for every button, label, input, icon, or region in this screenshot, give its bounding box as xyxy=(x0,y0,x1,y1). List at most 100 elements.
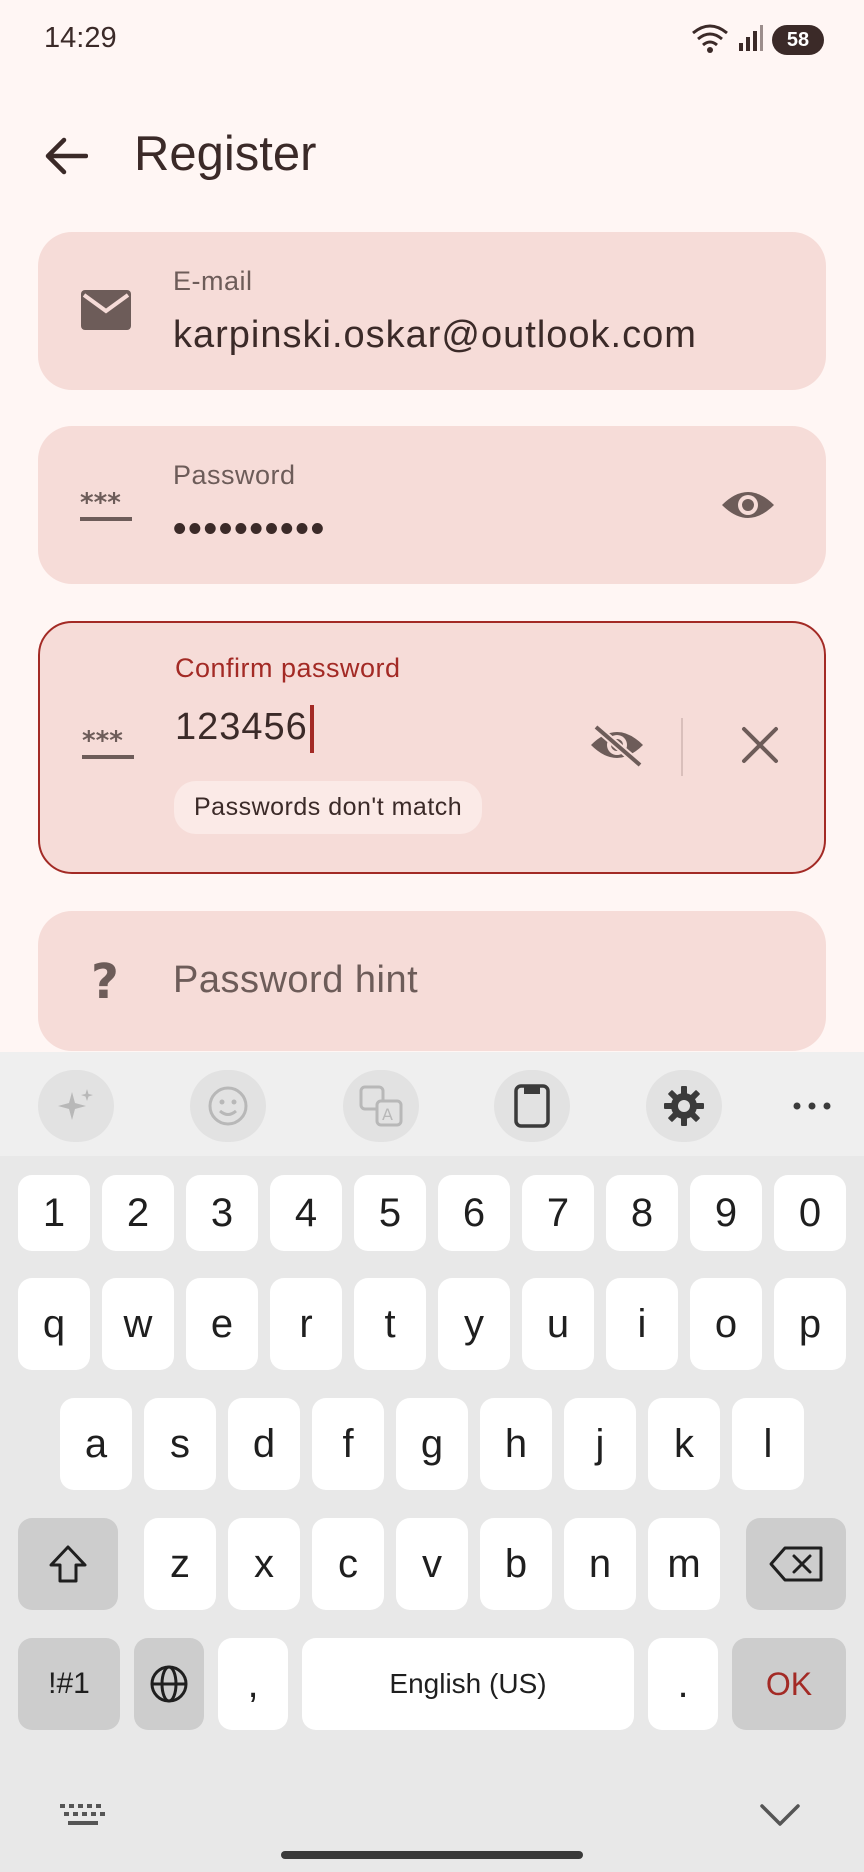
battery-icon: 58 xyxy=(772,25,824,55)
key-l[interactable]: l xyxy=(732,1398,804,1490)
clipboard-button[interactable] xyxy=(494,1070,570,1142)
svg-text:?: ? xyxy=(91,954,119,1008)
key-x[interactable]: x xyxy=(228,1518,300,1610)
email-field[interactable]: E-mail karpinski.oskar@outlook.com xyxy=(38,232,826,390)
key-y[interactable]: y xyxy=(438,1278,510,1370)
confirm-password-value: 123456 xyxy=(175,705,314,753)
key-e[interactable]: e xyxy=(186,1278,258,1370)
translate-icon: A xyxy=(359,1085,403,1127)
language-key[interactable] xyxy=(134,1638,204,1730)
keyboard-toolbar: A xyxy=(0,1052,864,1156)
key-w[interactable]: w xyxy=(102,1278,174,1370)
svg-text:***: *** xyxy=(82,727,123,756)
key-j[interactable]: j xyxy=(564,1398,636,1490)
shift-icon xyxy=(49,1545,87,1583)
key-k[interactable]: k xyxy=(648,1398,720,1490)
key-z[interactable]: z xyxy=(144,1518,216,1610)
key-8[interactable]: 8 xyxy=(606,1175,678,1251)
emoji-button[interactable] xyxy=(190,1070,266,1142)
settings-icon xyxy=(664,1086,704,1126)
visibility-icon[interactable] xyxy=(716,473,780,537)
home-indicator[interactable] xyxy=(281,1851,583,1859)
password-label: Password xyxy=(173,460,296,490)
wifi-icon xyxy=(690,22,730,59)
password-icon: *** xyxy=(76,476,136,536)
status-icons: 58 xyxy=(690,22,824,58)
key-5[interactable]: 5 xyxy=(354,1175,426,1251)
globe-icon xyxy=(150,1665,188,1703)
mail-icon xyxy=(76,280,136,340)
key-4[interactable]: 4 xyxy=(270,1175,342,1251)
key-m[interactable]: m xyxy=(648,1518,720,1610)
key-o[interactable]: o xyxy=(690,1278,762,1370)
password-field[interactable]: *** Password •••••••••• xyxy=(38,426,826,584)
key-t[interactable]: t xyxy=(354,1278,426,1370)
backspace-icon xyxy=(769,1546,823,1582)
symbols-key[interactable]: !#1 xyxy=(18,1638,120,1730)
clipboard-icon xyxy=(514,1084,550,1128)
key-h[interactable]: h xyxy=(480,1398,552,1490)
visibility-off-icon[interactable] xyxy=(585,713,649,777)
key-q[interactable]: q xyxy=(18,1278,90,1370)
key-s[interactable]: s xyxy=(144,1398,216,1490)
help-icon: ? xyxy=(76,951,136,1011)
signal-icon xyxy=(738,24,764,57)
keyboard: A 1 2 3 4 5 6 7 8 9 0 q w e r t y u i o … xyxy=(0,1052,864,1872)
confirm-password-field[interactable]: *** Confirm password 123456 Passwords do… xyxy=(38,621,826,874)
key-v[interactable]: v xyxy=(396,1518,468,1610)
comma-key[interactable]: , xyxy=(218,1638,288,1730)
ai-tools-button[interactable] xyxy=(38,1070,114,1142)
key-b[interactable]: b xyxy=(480,1518,552,1610)
more-button[interactable] xyxy=(782,1070,842,1142)
confirm-password-text: 123456 xyxy=(175,706,308,749)
error-message: Passwords don't match xyxy=(174,781,483,834)
key-1[interactable]: 1 xyxy=(18,1175,90,1251)
key-i[interactable]: i xyxy=(606,1278,678,1370)
keyboard-settings-button[interactable] xyxy=(646,1070,722,1142)
key-a[interactable]: a xyxy=(60,1398,132,1490)
hide-keyboard-icon[interactable] xyxy=(758,1800,802,1833)
back-button[interactable] xyxy=(32,122,100,190)
password-hint-placeholder: Password hint xyxy=(173,959,419,1001)
key-d[interactable]: d xyxy=(228,1398,300,1490)
key-n[interactable]: n xyxy=(564,1518,636,1610)
svg-text:***: *** xyxy=(80,489,121,518)
page-title: Register xyxy=(134,127,317,181)
key-9[interactable]: 9 xyxy=(690,1175,762,1251)
divider xyxy=(681,718,683,776)
password-value: •••••••••• xyxy=(173,508,327,550)
email-label: E-mail xyxy=(173,266,253,296)
status-bar: 14:29 58 xyxy=(0,0,864,80)
key-2[interactable]: 2 xyxy=(102,1175,174,1251)
period-key[interactable]: . xyxy=(648,1638,718,1730)
backspace-key[interactable] xyxy=(746,1518,846,1610)
password-hint-field[interactable]: ? Password hint xyxy=(38,911,826,1051)
key-f[interactable]: f xyxy=(312,1398,384,1490)
key-u[interactable]: u xyxy=(522,1278,594,1370)
arrow-back-icon xyxy=(45,137,88,175)
text-cursor xyxy=(309,705,314,753)
confirm-password-label: Confirm password xyxy=(175,653,401,683)
key-6[interactable]: 6 xyxy=(438,1175,510,1251)
clear-icon[interactable] xyxy=(728,713,792,777)
key-0[interactable]: 0 xyxy=(774,1175,846,1251)
email-value: karpinski.oskar@outlook.com xyxy=(173,314,697,356)
emoji-icon xyxy=(208,1086,248,1126)
key-3[interactable]: 3 xyxy=(186,1175,258,1251)
key-p[interactable]: p xyxy=(774,1278,846,1370)
password-icon: *** xyxy=(78,714,138,774)
status-time: 14:29 xyxy=(44,22,117,54)
key-g[interactable]: g xyxy=(396,1398,468,1490)
key-7[interactable]: 7 xyxy=(522,1175,594,1251)
space-key[interactable]: English (US) xyxy=(302,1638,634,1730)
key-c[interactable]: c xyxy=(312,1518,384,1610)
ok-key[interactable]: OK xyxy=(732,1638,846,1730)
shift-key[interactable] xyxy=(18,1518,118,1610)
sparkle-icon xyxy=(58,1089,93,1120)
keyboard-switch-icon[interactable] xyxy=(58,1800,108,1837)
translate-button[interactable]: A xyxy=(343,1070,419,1142)
svg-text:A: A xyxy=(382,1105,393,1124)
more-icon xyxy=(793,1102,831,1110)
key-r[interactable]: r xyxy=(270,1278,342,1370)
app-bar: Register xyxy=(0,100,864,210)
